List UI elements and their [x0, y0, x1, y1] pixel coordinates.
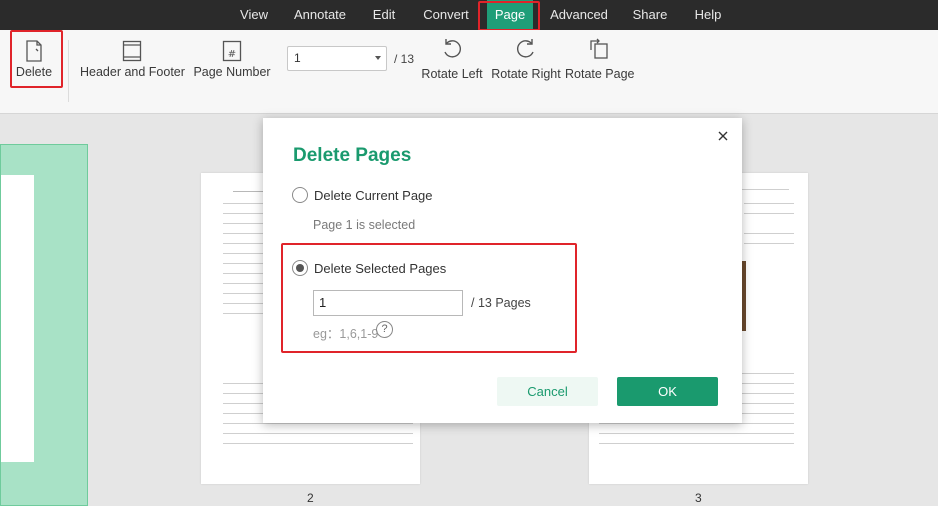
rotate-right-icon [517, 39, 534, 58]
rotate-page-icon [590, 38, 608, 59]
menu-view[interactable]: View [228, 0, 280, 30]
header-footer-button[interactable]: Header and Footer [80, 30, 185, 114]
dialog-title: Delete Pages [293, 145, 412, 166]
rotate-page-button[interactable]: Rotate Page [565, 30, 635, 114]
text-line [223, 253, 263, 254]
current-page-hint: Page 1 is selected [313, 218, 416, 232]
text-line [223, 303, 263, 304]
toolbar: Delete Header and Footer # Page Number 1… [0, 30, 938, 114]
menu-share[interactable]: Share [625, 0, 675, 30]
text-line [223, 443, 413, 444]
header-footer-icon [122, 40, 142, 62]
text-line [599, 423, 794, 424]
page-select[interactable]: 1 [287, 46, 387, 71]
close-icon[interactable] [715, 128, 731, 144]
rotate-right-button[interactable]: Rotate Right [490, 30, 562, 114]
page-number-3: 3 [695, 491, 702, 505]
delete-pages-dialog: Delete Pages Delete Current Page Page 1 … [263, 118, 742, 423]
text-line [223, 233, 263, 234]
radio-delete-current[interactable] [292, 187, 308, 203]
total-pages: / 13 [394, 52, 415, 66]
text-line [223, 283, 263, 284]
example-hint: eg：1,6,1-9 [313, 327, 379, 341]
rotate-left-icon [444, 39, 461, 58]
rotate-page-label: Rotate Page [565, 67, 635, 81]
rotate-left-label: Rotate Left [421, 67, 483, 81]
text-line [223, 313, 263, 314]
delete-page-icon [26, 40, 42, 62]
ok-button[interactable]: OK [617, 377, 718, 406]
chevron-down-icon [375, 56, 381, 60]
menu-annotate[interactable]: Annotate [288, 0, 352, 30]
cancel-button[interactable]: Cancel [497, 377, 598, 406]
radio-delete-selected[interactable] [292, 260, 308, 276]
text-line [223, 433, 413, 434]
selected-page-thumbnail[interactable] [0, 144, 88, 506]
svg-text:#: # [228, 49, 236, 60]
text-line [223, 273, 263, 274]
page-number-label: Page Number [193, 65, 271, 79]
page-select-value: 1 [294, 51, 301, 65]
header-footer-label: Header and Footer [80, 65, 185, 79]
text-line [744, 233, 794, 234]
menu-advanced[interactable]: Advanced [545, 0, 613, 30]
text-line [599, 433, 794, 434]
pages-total-suffix: / 13 Pages [471, 296, 531, 310]
menu-convert[interactable]: Convert [416, 0, 476, 30]
rotate-right-label: Rotate Right [491, 67, 561, 81]
page-1-preview [1, 175, 34, 462]
rotate-left-button[interactable]: Rotate Left [420, 30, 484, 114]
text-line [744, 243, 794, 244]
option-selected-label: Delete Selected Pages [314, 261, 447, 276]
pages-range-input[interactable]: 1 [313, 290, 463, 316]
menu-page[interactable]: Page [487, 0, 533, 30]
text-line [223, 243, 263, 244]
text-line [223, 223, 263, 224]
menu-help[interactable]: Help [686, 0, 730, 30]
text-line [223, 263, 263, 264]
page-number-icon: # [222, 40, 242, 62]
text-line [223, 203, 263, 204]
page-number-2: 2 [307, 491, 314, 505]
menu-bar: View Annotate Edit Convert Page Advanced… [0, 0, 938, 30]
text-line [744, 213, 794, 214]
delete-button[interactable]: Delete [10, 30, 58, 114]
menu-edit[interactable]: Edit [362, 0, 406, 30]
page-number-button[interactable]: # Page Number [192, 30, 272, 114]
text-line [744, 203, 794, 204]
text-line [223, 213, 263, 214]
help-icon[interactable]: ? [376, 321, 393, 338]
text-line [223, 423, 413, 424]
text-line [599, 443, 794, 444]
delete-label: Delete [15, 65, 53, 79]
text-line [739, 189, 789, 190]
toolbar-divider [68, 40, 69, 102]
text-line [223, 293, 263, 294]
option-current-label: Delete Current Page [314, 188, 433, 203]
